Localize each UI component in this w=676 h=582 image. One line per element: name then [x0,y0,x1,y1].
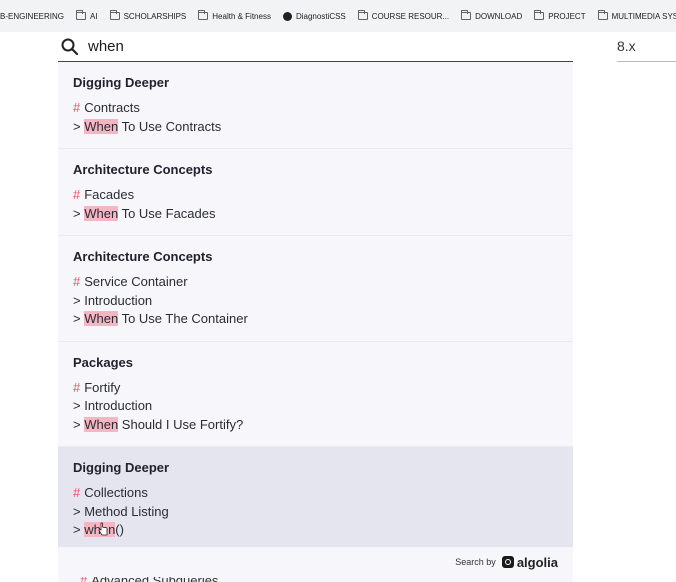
bookmark-item[interactable]: DOWNLOAD [461,10,523,21]
match-highlight: When [84,416,119,432]
bookmark-item[interactable]: SCHOLARSHIPS [109,10,187,21]
arrow-icon: > [73,398,85,413]
bookmark-label: MULTIMEDIA SYS... [611,11,676,21]
hash-icon: # [73,379,81,395]
search-footer: Search by algolia [58,547,573,577]
globe-icon [282,11,292,21]
folder-icon [357,10,368,20]
folder-icon [76,10,87,20]
bookmark-item[interactable]: COURSE RESOUR... [357,10,450,21]
result-line[interactable]: > Introduction [73,292,558,311]
result-group[interactable]: Digging Deeper # Contracts > When To Use Co… [58,62,573,149]
result-text: Facades [84,187,135,202]
folder-icon [109,10,120,20]
bookmark-label: SCHOLARSHIPS [123,11,187,21]
result-text: () [115,522,124,537]
hash-icon: # [73,100,81,115]
bookmark-label: Health & Fitness [212,11,271,21]
result-group-title: Digging Deeper [73,460,170,475]
arrow-icon: > [73,503,85,519]
result-line[interactable]: > When Should I Use Fortify? [73,416,558,435]
hash-icon: # [73,274,81,289]
hash-icon: # [73,187,81,202]
match-highlight: When [84,118,119,134]
algolia-logo[interactable]: algolia [501,554,558,570]
result-group-title: Digging Deeper [73,75,170,90]
result-line[interactable]: # Contracts [73,99,558,118]
match-highlight: When [84,205,119,221]
search-results: Digging Deeper # Contracts > When To Use Co… [58,62,573,582]
result-text: To Use Contracts [118,118,222,134]
result-text: To Use Facades [118,205,216,221]
folder-icon [198,10,209,20]
result-text: Service Container [84,274,188,289]
result-text: Contracts [84,100,140,115]
arrow-icon: > [73,311,85,326]
result-group-title: Architecture Concepts [73,249,213,264]
bookmark-label: DOWNLOAD [475,11,523,21]
bookmark-label: AI [90,11,98,21]
match-highlight: When [84,311,119,326]
result-line[interactable]: > When To Use The Container [73,310,558,329]
result-line[interactable]: > Method Listing [73,503,558,522]
search-by-label: Search by [455,557,496,567]
bookmark-label: COURSE RESOUR... [371,11,450,21]
arrow-icon: > [73,205,85,221]
result-text: Introduction [84,398,153,413]
result-group[interactable]: Architecture Concepts # Facades > When To U… [58,149,573,236]
result-group[interactable]: Packages # Fortify > Introduction > When Sho… [58,342,573,447]
bookmark-item[interactable]: AI [76,10,98,21]
folder-icon [461,10,472,20]
result-text: To Use The Container [118,311,248,326]
bookmark-item[interactable]: Health & Fitness [198,10,271,21]
result-group[interactable]: Architecture Concepts # Service Container >… [58,236,573,342]
arrow-icon: > [73,416,85,432]
result-line[interactable]: > When To Use Contracts [73,118,558,137]
result-group-title: Packages [73,354,133,370]
result-text: Introduction [84,292,153,308]
algolia-brand: algolia [516,554,558,570]
bookmarks-bar: B-ENGINEERING AI SCHOLARSHIPS Health & Fitn… [0,0,676,32]
bookmark-item[interactable]: MULTIMEDIA SYS... [597,10,676,21]
bookmark-label: B-ENGINEERING [0,11,65,21]
arrow-icon: > [73,522,85,537]
result-line[interactable]: # Collections [73,484,558,503]
folder-icon [534,10,545,20]
bookmark-item[interactable]: B-ENGINEERING [0,12,64,21]
search-bar [58,32,573,62]
result-line[interactable]: > When To Use Facades [73,205,558,224]
result-line[interactable]: > Introduction [73,397,558,416]
version-select[interactable]: 8.x [617,32,676,62]
result-line[interactable]: > when() [73,521,558,540]
result-text: Collections [84,485,148,500]
arrow-icon: > [73,118,85,134]
result-text: Fortify [84,379,121,395]
search-input[interactable] [88,38,528,55]
hash-icon: # [73,485,81,500]
result-text: Should I Use Fortify? [118,416,244,432]
arrow-icon: > [73,292,85,308]
result-group[interactable]: Digging Deeper # Collections > Method Listi… [58,447,573,553]
algolia-icon [501,556,514,568]
result-line[interactable]: # Service Container [73,273,558,292]
search-icon [60,37,80,57]
hand-cursor-icon [98,522,108,536]
folder-icon [597,10,608,20]
result-line[interactable]: # Facades [73,186,558,205]
result-line[interactable]: # Fortify [73,379,558,398]
bookmark-item[interactable]: PROJECT [534,10,586,21]
bookmark-item[interactable]: DiagnostiCSS [282,11,346,21]
result-text: Method Listing [84,503,169,519]
bookmark-label: PROJECT [548,11,586,21]
bookmark-label: DiagnostiCSS [295,11,346,21]
result-group-title: Architecture Concepts [73,162,213,177]
